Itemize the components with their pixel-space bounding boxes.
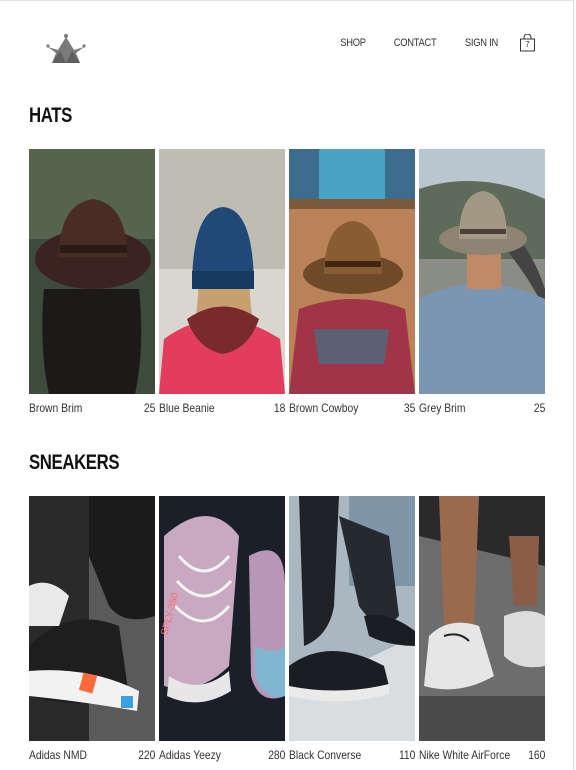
product-price: 220 [138,748,156,762]
product-image[interactable]: SPLY-350 [159,496,285,741]
product-card[interactable]: Brown Cowboy 35 [289,149,415,415]
product-name: Blue Beanie [159,401,215,415]
product-name: Adidas NMD [29,748,87,762]
product-image[interactable] [419,496,545,741]
product-price: 35 [403,401,416,415]
product-card[interactable]: Nike White AirForce 160 [419,496,545,762]
nav-shop-link[interactable]: SHOP [340,37,366,49]
header: SHOP CONTACT SIGN IN 7 [0,0,576,90]
product-card[interactable]: Blue Beanie 18 [159,149,285,415]
product-meta: Adidas Yeezy 280 [159,748,285,762]
hats-grid: Brown Brim 25 Blue Beanie 18 Brown Cowbo… [29,149,545,415]
crown-icon[interactable] [46,33,86,65]
product-meta: Grey Brim 25 [419,401,545,415]
product-card[interactable]: SPLY-350 Adidas Yeezy 280 [159,496,285,762]
nav-contact-link[interactable]: CONTACT [394,37,437,49]
sneakers-grid: Adidas NMD 220 SPLY-350 Adidas Yeezy 280 [29,496,545,762]
product-price: 25 [143,401,156,415]
product-card[interactable]: Grey Brim 25 [419,149,545,415]
product-meta: Adidas NMD 220 [29,748,155,762]
product-meta: Brown Cowboy 35 [289,401,415,415]
product-price: 110 [398,748,416,762]
section-title-hats[interactable]: HATS [29,104,72,128]
product-meta: Brown Brim 25 [29,401,155,415]
product-card[interactable]: Black Converse 110 [289,496,415,762]
cart-count: 7 [525,40,530,49]
product-meta: Blue Beanie 18 [159,401,285,415]
product-card[interactable]: Adidas NMD 220 [29,496,155,762]
product-card[interactable]: Brown Brim 25 [29,149,155,415]
product-price: 18 [273,401,286,415]
product-image[interactable] [159,149,285,394]
product-meta: Nike White AirForce 160 [419,748,545,762]
product-name: Black Converse [289,748,362,762]
product-image[interactable] [289,496,415,741]
product-image[interactable] [29,496,155,741]
product-name: Adidas Yeezy [159,748,221,762]
shopping-bag-icon[interactable]: 7 [519,33,536,52]
product-image[interactable] [419,149,545,394]
product-image[interactable] [289,149,415,394]
product-name: Grey Brim [419,401,466,415]
product-price: 280 [268,748,286,762]
product-meta: Black Converse 110 [289,748,415,762]
section-title-sneakers[interactable]: SNEAKERS [29,451,120,475]
product-image[interactable] [29,149,155,394]
product-name: Brown Brim [29,401,83,415]
product-name: Nike White AirForce [419,748,511,762]
product-name: Brown Cowboy [289,401,359,415]
product-price: 160 [528,748,546,762]
nav-signin-link[interactable]: SIGN IN [465,37,498,49]
product-price: 25 [533,401,546,415]
main-nav: SHOP CONTACT SIGN IN 7 [316,33,536,52]
